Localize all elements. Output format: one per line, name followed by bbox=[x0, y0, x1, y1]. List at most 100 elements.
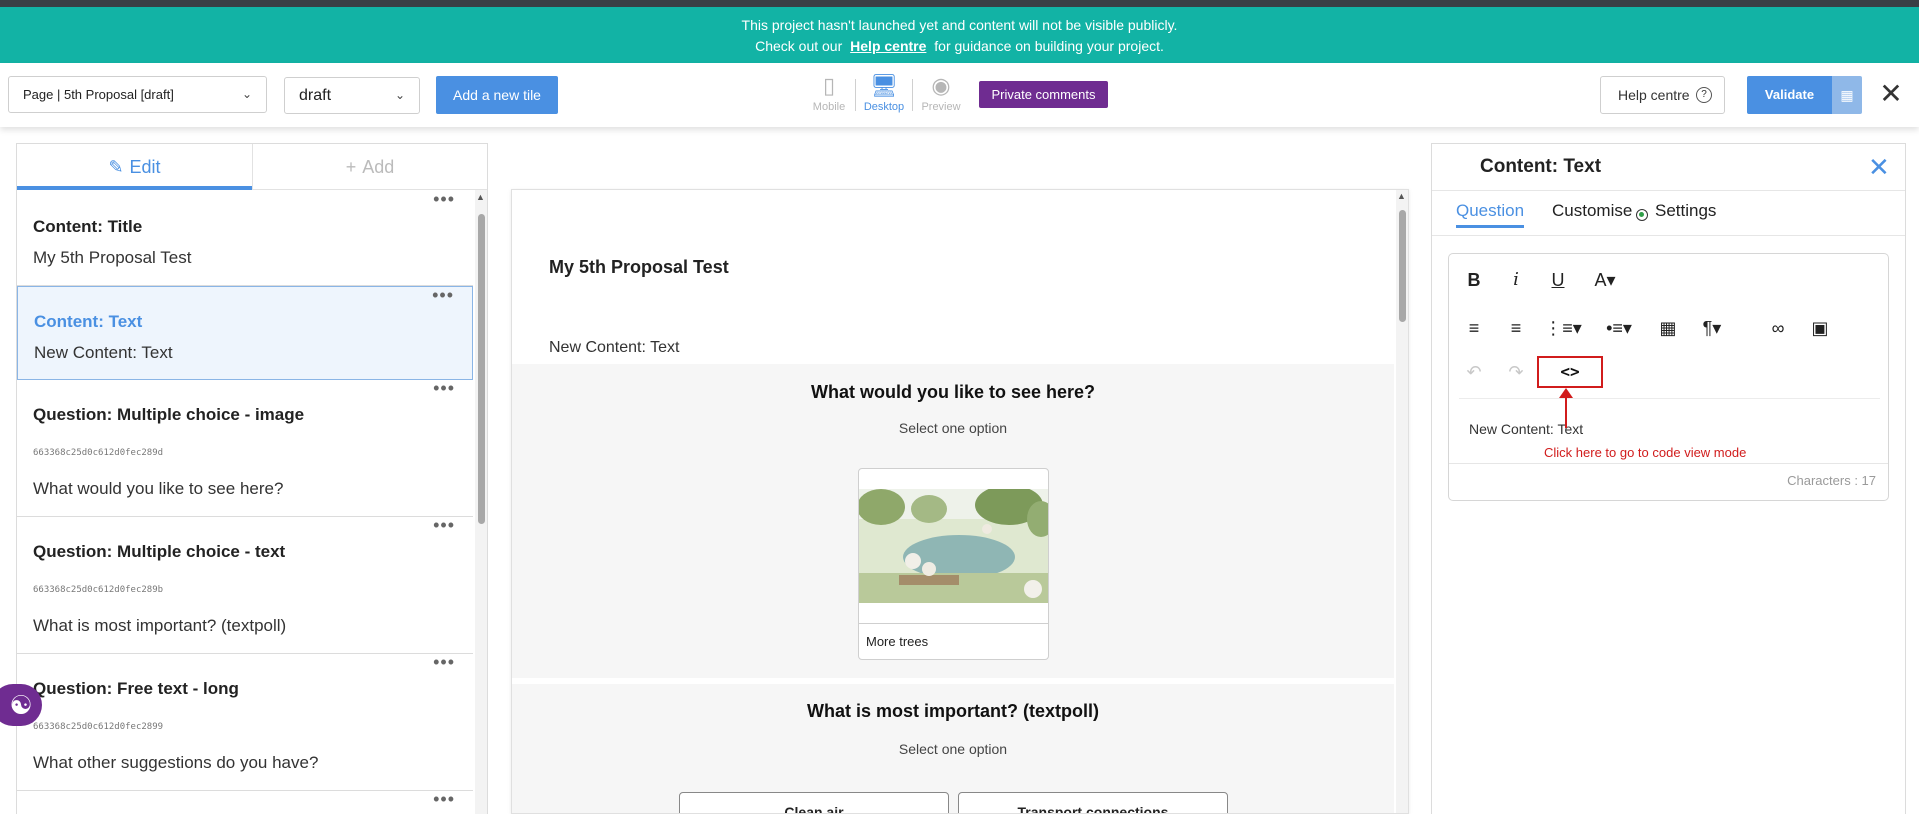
desktop-label: Desktop bbox=[863, 101, 905, 113]
question-subtitle: Select one option bbox=[898, 420, 1008, 436]
desktop-view-button[interactable]: 🖥 Desktop bbox=[858, 71, 910, 119]
rich-text-editor: B i U A▾ ≡ ≡ ⋮≡▾ •≡▾ ▦ ¶▾ ∞ ▣ ↶ ↷ <> New… bbox=[1448, 253, 1889, 501]
calendar-icon[interactable]: ▦ bbox=[1832, 76, 1862, 114]
more-options-icon[interactable]: ••• bbox=[433, 515, 455, 536]
page-select[interactable]: Page | 5th Proposal [draft] ⌄ bbox=[8, 76, 267, 113]
align-center-icon[interactable]: ≡ bbox=[1501, 314, 1531, 342]
tile-id: 663368c25d0c612d0fec289d bbox=[33, 448, 164, 458]
more-options-icon[interactable]: ••• bbox=[433, 378, 455, 399]
bold-icon[interactable]: B bbox=[1459, 266, 1489, 294]
tile-subtitle: What is most important? (textpoll) bbox=[33, 616, 287, 635]
table-icon[interactable]: ▦ bbox=[1653, 314, 1683, 342]
scrollbar-thumb[interactable] bbox=[1399, 210, 1406, 322]
tile-id: 663368c25d0c612d0fec2899 bbox=[33, 722, 164, 732]
help-centre-link[interactable]: Help centre bbox=[850, 38, 926, 54]
character-count: Characters : 17 bbox=[1787, 473, 1876, 488]
tab-settings[interactable]: Settings bbox=[1655, 201, 1716, 221]
scrollbar-thumb[interactable] bbox=[478, 214, 485, 524]
page-preview: My 5th Proposal Test New Content: Text W… bbox=[511, 189, 1409, 814]
tile-question-mc-text[interactable]: ••• Question: Multiple choice - text 663… bbox=[17, 515, 473, 654]
underline-icon[interactable]: U bbox=[1543, 266, 1573, 294]
tab-edit[interactable]: ✎ Edit bbox=[17, 144, 252, 190]
tile-next[interactable]: ••• bbox=[17, 789, 473, 814]
mobile-view-button[interactable]: ▯ Mobile bbox=[803, 71, 855, 119]
help-centre-label: Help centre bbox=[1618, 87, 1690, 103]
more-options-icon[interactable]: ••• bbox=[432, 285, 454, 306]
preview-view-button[interactable]: ◉ Preview bbox=[915, 71, 967, 119]
image-option-card[interactable]: More trees bbox=[858, 468, 1049, 660]
status-dot-icon bbox=[1636, 209, 1648, 221]
editor-footer-divider bbox=[1449, 463, 1888, 464]
banner-line-2: Check out our Help centre for guidance o… bbox=[0, 36, 1919, 57]
redo-icon[interactable]: ↷ bbox=[1501, 358, 1531, 386]
code-view-icon[interactable]: <> bbox=[1539, 358, 1601, 386]
more-options-icon[interactable]: ••• bbox=[433, 789, 455, 810]
mobile-icon: ▯ bbox=[822, 73, 836, 98]
font-color-icon[interactable]: A▾ bbox=[1585, 266, 1625, 294]
validate-button[interactable]: Validate bbox=[1747, 76, 1832, 114]
tile-title: Content: Text bbox=[34, 312, 143, 331]
tab-customise[interactable]: Customise bbox=[1552, 201, 1632, 221]
left-panel-tabs: ✎ Edit + Add bbox=[17, 144, 487, 190]
tile-subtitle: New Content: Text bbox=[34, 343, 173, 362]
question-title: What would you like to see here? bbox=[810, 382, 1096, 402]
italic-icon[interactable]: i bbox=[1501, 266, 1531, 294]
desktop-icon: 🖥 bbox=[870, 73, 898, 98]
tile-question-mc-image[interactable]: ••• Question: Multiple choice - image 66… bbox=[17, 378, 473, 517]
ordered-list-icon[interactable]: ⋮≡▾ bbox=[1543, 314, 1583, 342]
tile-content-title[interactable]: ••• Content: Title My 5th Proposal Test bbox=[17, 189, 473, 286]
code-view-highlight: <> bbox=[1537, 356, 1603, 388]
scroll-up-icon[interactable]: ▲ bbox=[476, 192, 485, 202]
tab-edit-label: Edit bbox=[129, 157, 161, 177]
tile-list-panel: ✎ Edit + Add ••• Content: Title My 5th Pro… bbox=[16, 143, 488, 814]
unordered-list-icon[interactable]: •≡▾ bbox=[1599, 314, 1639, 342]
tab-question[interactable]: Question bbox=[1456, 201, 1525, 228]
settings-tabs: Question Customise Settings bbox=[1432, 190, 1905, 236]
chevron-down-icon: ⌄ bbox=[394, 88, 405, 102]
view-divider bbox=[855, 79, 856, 111]
tab-add-label: Add bbox=[362, 157, 395, 177]
editor-divider bbox=[1459, 398, 1880, 399]
private-comments-button[interactable]: Private comments bbox=[979, 81, 1108, 108]
close-icon[interactable]: ✕ bbox=[1876, 79, 1906, 109]
tile-subtitle: What would you like to see here? bbox=[33, 479, 284, 498]
more-options-icon[interactable]: ••• bbox=[433, 189, 455, 210]
eye-icon: ◉ bbox=[931, 73, 951, 98]
status-select-value: draft bbox=[299, 87, 332, 104]
question-title: What is most important? (textpoll) bbox=[807, 701, 1099, 721]
chevron-down-icon: ⌄ bbox=[241, 87, 252, 101]
tile-subtitle: What other suggestions do you have? bbox=[33, 753, 319, 772]
paragraph-icon[interactable]: ¶▾ bbox=[1695, 314, 1729, 342]
undo-icon[interactable]: ↶ bbox=[1459, 358, 1489, 386]
annotation-text: Click here to go to code view mode bbox=[1544, 445, 1747, 460]
plus-icon: + bbox=[345, 157, 357, 177]
add-new-tile-button[interactable]: Add a new tile bbox=[436, 76, 558, 114]
top-toolbar: Page | 5th Proposal [draft] ⌄ draft ⌄ Ad… bbox=[0, 63, 1919, 127]
text-option[interactable]: Transport connections bbox=[958, 792, 1228, 813]
tile-question-free-text[interactable]: ••• Question: Free text - long 663368c25… bbox=[17, 652, 473, 791]
scroll-up-icon[interactable]: ▲ bbox=[1397, 191, 1406, 201]
banner-suffix: for guidance on building your project. bbox=[934, 38, 1164, 54]
preview-title: My 5th Proposal Test bbox=[549, 257, 729, 277]
close-icon[interactable]: ✕ bbox=[1868, 152, 1890, 183]
tile-content-text[interactable]: ••• Content: Text New Content: Text bbox=[17, 285, 473, 380]
help-centre-button[interactable]: Help centre ? bbox=[1600, 76, 1725, 114]
link-icon[interactable]: ∞ bbox=[1763, 314, 1793, 342]
question-icon: ? bbox=[1696, 87, 1712, 103]
top-strip bbox=[0, 0, 1919, 7]
preview-question-image: What would you like to see here? Select … bbox=[512, 364, 1394, 678]
more-options-icon[interactable]: ••• bbox=[433, 652, 455, 673]
mobile-label: Mobile bbox=[812, 101, 846, 113]
app-root: This project hasn't launched yet and con… bbox=[0, 0, 1919, 814]
panel-title: Content: Text bbox=[1480, 156, 1602, 177]
align-left-icon[interactable]: ≡ bbox=[1459, 314, 1489, 342]
status-select[interactable]: draft ⌄ bbox=[284, 77, 420, 114]
text-option[interactable]: Clean air bbox=[679, 792, 949, 813]
tab-add[interactable]: + Add bbox=[253, 144, 487, 190]
preview-scrollbar[interactable]: ▲ bbox=[1396, 190, 1408, 813]
tile-list-scrollbar[interactable]: ▲ bbox=[475, 190, 487, 814]
image-icon[interactable]: ▣ bbox=[1805, 314, 1835, 342]
tile-title: Question: Free text - long bbox=[33, 679, 239, 698]
accessibility-icon[interactable]: ☯ bbox=[0, 684, 42, 726]
view-divider bbox=[912, 79, 913, 111]
